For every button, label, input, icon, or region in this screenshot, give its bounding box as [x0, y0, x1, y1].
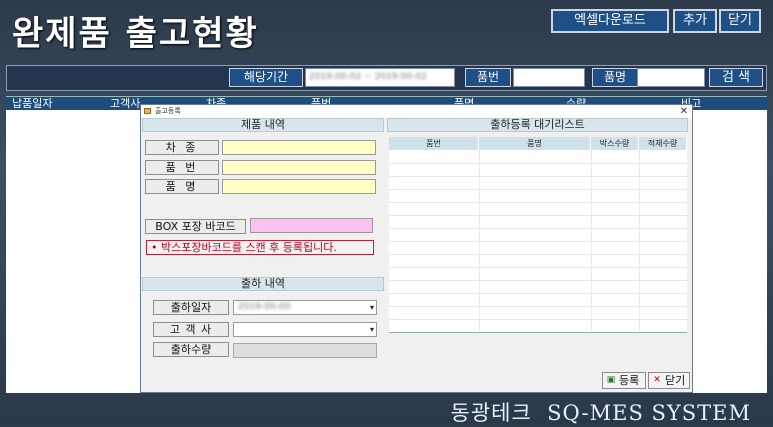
excel-download-button[interactable]: 엑셀다운로드: [551, 9, 669, 33]
part-no-label: 품번: [465, 68, 511, 87]
company-name: 동광테크: [450, 401, 532, 425]
dialog-title: 출고등록: [155, 107, 181, 115]
part-name-field[interactable]: [222, 179, 376, 194]
waitlist-col-load-qty[interactable]: 적재수량: [639, 137, 687, 150]
car-type-label: 차 종: [145, 140, 219, 155]
part-name-label: 품명: [592, 68, 638, 87]
filter-bar: 해당기간 2019-00-02 ~ 2019-00-02 품번 품명 검 색: [6, 65, 767, 91]
product-section-header: 제품 내역: [142, 118, 384, 132]
grid-line: [389, 163, 687, 164]
car-type-field[interactable]: [222, 140, 376, 155]
dialog-close-button[interactable]: ✕ 닫기: [648, 372, 690, 389]
system-name: SQ-MES SYSTEM: [547, 401, 751, 425]
grid-line: [389, 189, 687, 190]
add-button[interactable]: 추가: [673, 9, 717, 33]
waitlist-grid[interactable]: 품번 품명 박스수량 적재수량: [389, 137, 687, 333]
barcode-input[interactable]: [250, 218, 373, 233]
grid-line: [389, 228, 687, 229]
ship-date-label: 출하일자: [153, 300, 229, 315]
column-header-date[interactable]: 납품일자: [12, 97, 52, 111]
ship-date-picker[interactable]: 2019-00-00 ▾: [233, 300, 377, 315]
dialog-title-bar[interactable]: 출고등록 ✕: [141, 105, 692, 118]
save-icon: ▣: [606, 375, 616, 385]
grid-line: [389, 254, 687, 255]
waitlist-col-part-no[interactable]: 품번: [389, 137, 479, 150]
customer-label: 고 객 사: [153, 322, 229, 337]
grid-line: [389, 215, 687, 216]
dialog-close-icon[interactable]: ✕: [680, 105, 688, 118]
grid-line: [389, 319, 687, 320]
grid-line: [389, 176, 687, 177]
period-label: 해당기간: [229, 68, 303, 87]
waitlist-section-header: 출하등록 대기리스트: [387, 118, 688, 132]
grid-line: [389, 332, 687, 333]
page-title: 완제품 출고현황: [12, 14, 259, 54]
chevron-down-icon[interactable]: ▾: [370, 323, 374, 336]
barcode-label: BOX 포장 바코드: [145, 219, 246, 234]
grid-line: [389, 241, 687, 242]
close-icon: ✕: [653, 375, 661, 385]
register-button-label: 등록: [619, 374, 640, 387]
ship-qty-label: 출하수량: [153, 342, 229, 357]
waitlist-col-part-name[interactable]: 품명: [479, 137, 591, 150]
form-icon: [144, 108, 151, 114]
column-header-customer[interactable]: 고객사: [110, 97, 140, 111]
dialog-close-button-label: 닫기: [665, 374, 686, 387]
part-no-input[interactable]: [513, 68, 585, 87]
search-button[interactable]: 검 색: [709, 68, 763, 87]
part-no-field-label: 품 번: [145, 160, 219, 175]
grid-line: [389, 280, 687, 281]
shipment-section-header: 출하 내역: [142, 277, 384, 291]
part-no-field[interactable]: [222, 160, 376, 175]
grid-line: [389, 306, 687, 307]
period-input[interactable]: 2019-00-02 ~ 2019-00-02: [305, 68, 455, 87]
close-button[interactable]: 닫기: [719, 9, 761, 33]
grid-line: [389, 267, 687, 268]
chevron-down-icon[interactable]: ▾: [370, 301, 374, 314]
part-name-input[interactable]: [637, 68, 705, 87]
register-button[interactable]: ▣ 등록: [602, 372, 646, 389]
customer-select[interactable]: ▾: [233, 322, 377, 337]
period-value: 2019-00-02 ~ 2019-00-02: [309, 72, 427, 82]
ship-date-value: 2019-00-00: [238, 302, 291, 312]
grid-line: [389, 293, 687, 294]
barcode-warning-text: • 박스포장바코드를 스캔 후 등록됩니다.: [146, 240, 374, 255]
ship-qty-field: [233, 343, 377, 358]
part-name-field-label: 품 명: [145, 179, 219, 194]
grid-line: [389, 202, 687, 203]
waitlist-col-box-qty[interactable]: 박스수량: [591, 137, 639, 150]
